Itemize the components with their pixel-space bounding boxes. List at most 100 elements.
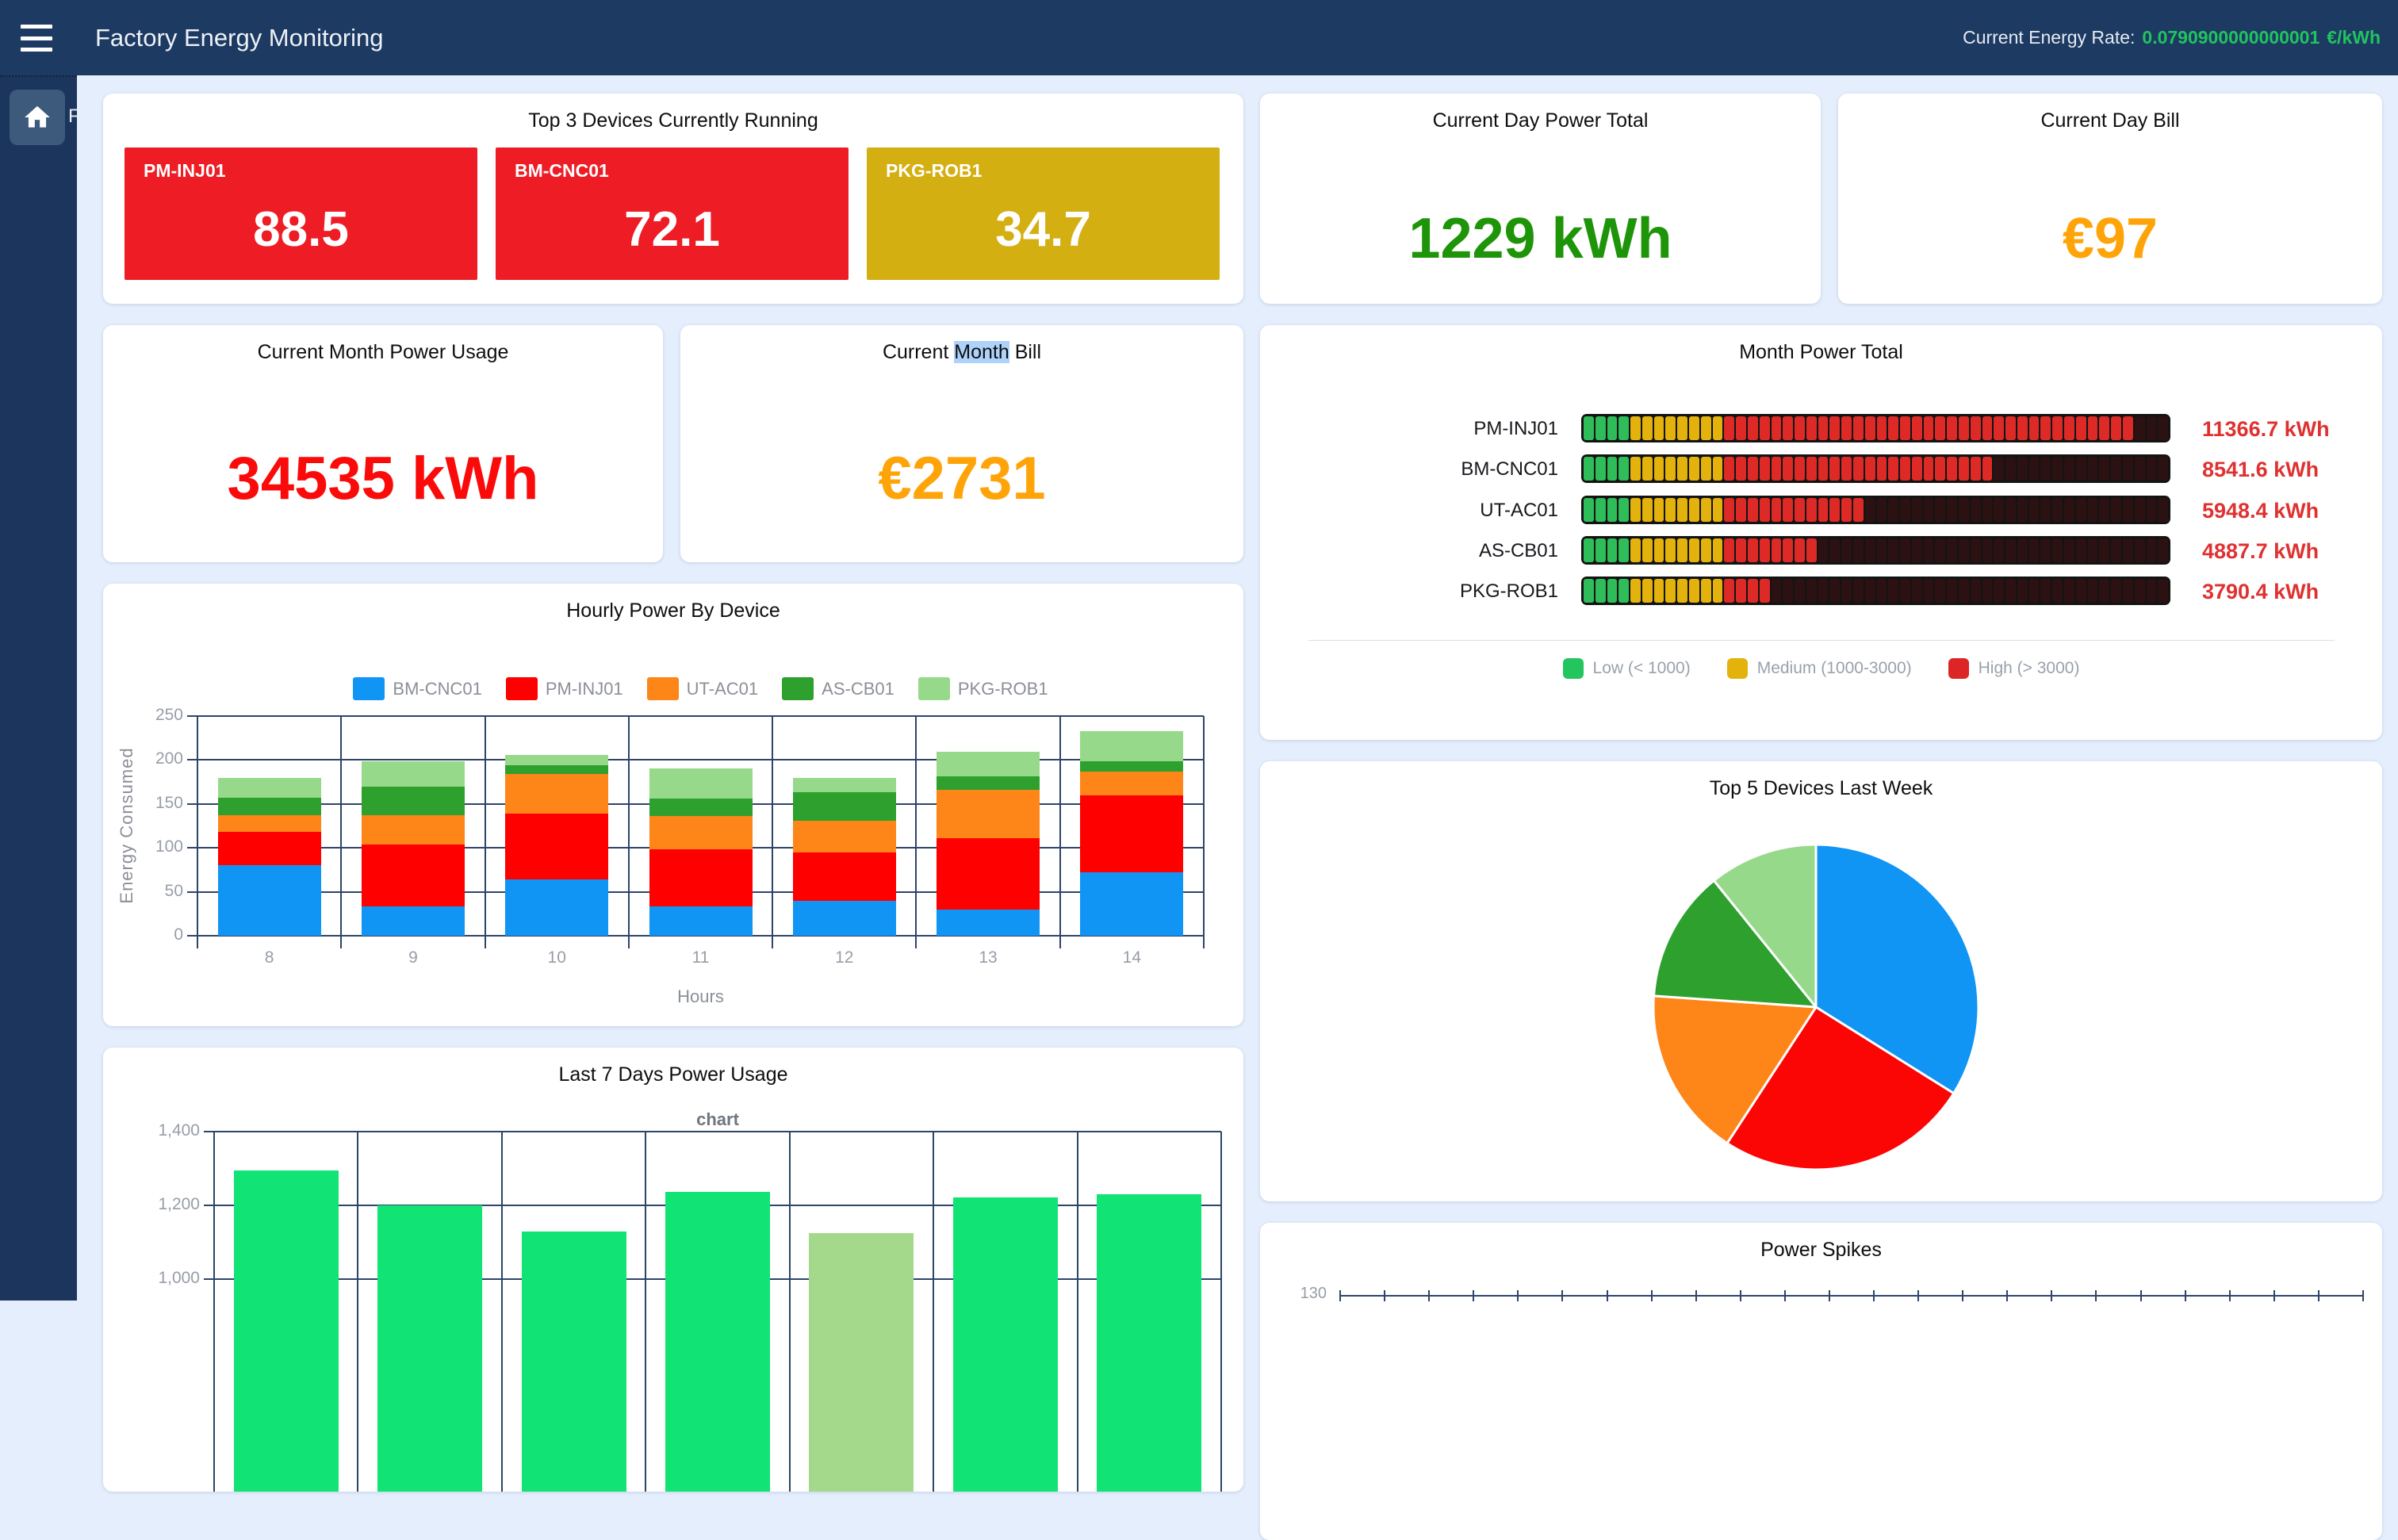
led-segment (1818, 498, 1829, 522)
led-segment (1724, 498, 1734, 522)
led-segment (1924, 457, 1934, 481)
led-segment (1841, 538, 1852, 562)
device-name: PM-INJ01 (144, 160, 226, 182)
device-label: UT-AC01 (1273, 500, 1558, 522)
led-segment (2111, 498, 2121, 522)
led-segment (1982, 457, 1993, 481)
pie-chart (1649, 841, 1982, 1174)
led-segment (2076, 498, 2086, 522)
led-segment (1665, 416, 1676, 440)
legend-item[interactable]: Low (< 1000) (1563, 658, 1691, 679)
gridline (915, 716, 917, 948)
energy-rate-value: 0.0790900000000001 (2142, 27, 2319, 48)
stacked-bar-segment (505, 765, 608, 774)
legend-swatch (1563, 658, 1584, 679)
led-segment (2052, 498, 2063, 522)
axis-tick (2095, 1290, 2097, 1301)
led-segment (1607, 498, 1618, 522)
axis-tick (1695, 1290, 1697, 1301)
led-segment (1865, 579, 1875, 603)
led-segment (1994, 579, 2004, 603)
led-segment (1982, 498, 1993, 522)
device-total: 8541.6 kWh (2202, 458, 2319, 482)
device-label: PKG-ROB1 (1273, 580, 1558, 603)
led-segment (1888, 538, 1898, 562)
gridline (1340, 1295, 2363, 1297)
menu-icon[interactable] (21, 25, 52, 52)
legend-item[interactable]: High (> 3000) (1948, 658, 2080, 679)
led-segment (2017, 538, 2028, 562)
card-last7-days: Last 7 Days Power Usage chart 1,4001,200… (103, 1048, 1243, 1492)
led-segment (1853, 498, 1864, 522)
card-title: Current Day Power Total (1260, 109, 1821, 132)
legend-label: Low (< 1000) (1593, 659, 1691, 678)
led-segment (1829, 457, 1840, 481)
led-segment (1853, 416, 1864, 440)
led-segment (1912, 416, 1922, 440)
led-segment (1818, 579, 1829, 603)
led-segment (1736, 416, 1746, 440)
led-segment (1900, 457, 1910, 481)
axis-tick (1473, 1290, 1474, 1301)
led-segment (2123, 538, 2133, 562)
gridline (628, 716, 630, 948)
led-segment (2005, 498, 2016, 522)
y-tick-label: 1,400 (119, 1121, 200, 1140)
card-title: Current Month Power Usage (103, 341, 663, 364)
axis-tick (1607, 1290, 1608, 1301)
led-segment (1748, 579, 1758, 603)
x-tick-label: 8 (197, 948, 341, 967)
stacked-bar-segment (218, 778, 321, 798)
led-segment (1654, 457, 1664, 481)
gridline (1220, 1132, 1222, 1492)
stacked-bar-segment (793, 778, 896, 793)
led-segment (1642, 538, 1653, 562)
stacked-bar-segment (218, 832, 321, 865)
led-segment (1947, 416, 1957, 440)
led-segment (1689, 457, 1699, 481)
device-total: 11366.7 kWh (2202, 417, 2330, 442)
axis-tick (1339, 1290, 1341, 1301)
led-segment (2029, 538, 2040, 562)
led-segment (1654, 416, 1664, 440)
stacked-bar-segment (505, 879, 608, 936)
led-segment (1829, 416, 1840, 440)
led-segment (2076, 579, 2086, 603)
stacked-bar-segment (362, 815, 465, 845)
device-total: 3790.4 kWh (2202, 580, 2319, 604)
bar (377, 1205, 482, 1492)
card-top5-last-week: Top 5 Devices Last Week (1260, 761, 2382, 1201)
led-segment (1783, 457, 1793, 481)
led-segment (2147, 579, 2157, 603)
led-segment (2158, 498, 2168, 522)
led-segment (1783, 498, 1793, 522)
y-tick-label: 1,000 (119, 1269, 200, 1288)
led-segment (2123, 498, 2133, 522)
led-segment (2076, 457, 2086, 481)
energy-rate-unit: €/kWh (2327, 27, 2381, 48)
stacked-bar-segment (362, 906, 465, 936)
led-segment (2005, 579, 2016, 603)
card-hourly-power: Hourly Power By Device BM-CNC01 PM-INJ01… (103, 584, 1243, 1026)
home-icon (22, 102, 52, 132)
stacked-bar-segment (1080, 872, 1183, 936)
selected-text: Month (954, 341, 1009, 363)
led-segment (1959, 538, 1969, 562)
led-segment (1618, 498, 1629, 522)
card-power-spikes: Power Spikes 130 (1260, 1223, 2382, 1540)
led-bar (1581, 577, 2170, 605)
led-segment (1760, 579, 1770, 603)
x-tick-label: 14 (1060, 948, 1204, 967)
legend-item[interactable]: Medium (1000-3000) (1727, 658, 1912, 679)
led-segment (2005, 416, 2016, 440)
home-button[interactable] (10, 90, 65, 145)
led-segment (1760, 538, 1770, 562)
stacked-bar-segment (505, 755, 608, 765)
led-segment (2040, 457, 2051, 481)
axis-tick (2006, 1290, 2008, 1301)
card-title: Current Day Bill (1838, 109, 2382, 132)
led-segment (2111, 416, 2121, 440)
led-segment (1971, 579, 1981, 603)
led-segment (1959, 457, 1969, 481)
led-segment (1959, 498, 1969, 522)
